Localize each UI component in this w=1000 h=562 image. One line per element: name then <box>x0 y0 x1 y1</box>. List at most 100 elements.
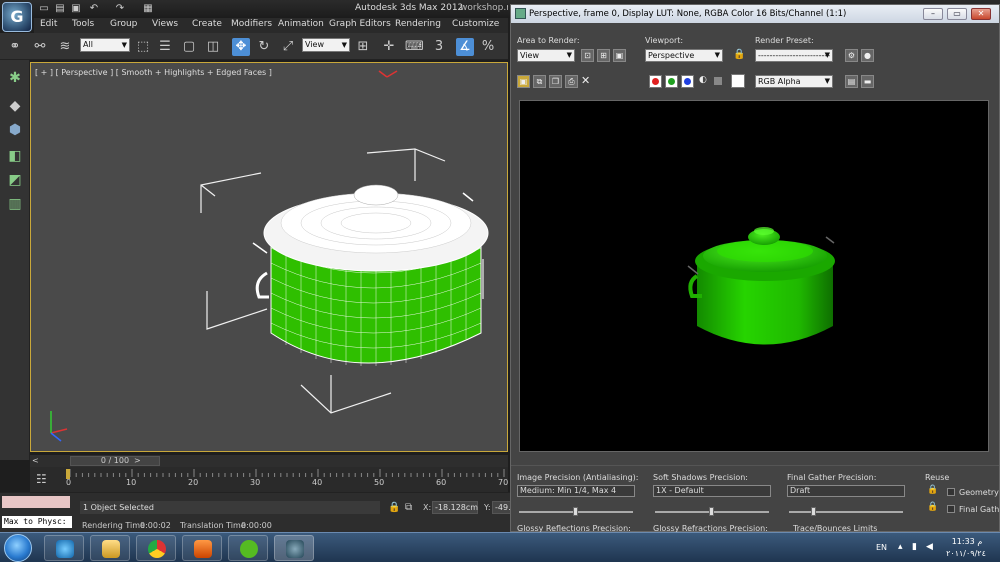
project-icon[interactable]: ▦ <box>142 3 154 14</box>
network-icon[interactable]: ▮ <box>912 542 917 552</box>
window-crossing-icon[interactable]: ◫ <box>204 38 222 56</box>
toggle-ui-icon[interactable]: ▬ <box>861 75 874 88</box>
perspective-viewport[interactable]: [ + ] [ Perspective ] [ Smooth + Highlig… <box>30 62 508 452</box>
undo-icon[interactable]: ↶ <box>88 3 100 14</box>
select-and-manipulate-icon[interactable]: ✛ <box>380 38 398 56</box>
modify-tab-icon[interactable]: ◆ <box>4 96 26 116</box>
save-image-icon[interactable]: ▣ <box>517 75 530 88</box>
time-next-icon[interactable]: > <box>134 456 141 465</box>
chrome-icon[interactable] <box>136 535 176 561</box>
menu-modifiers[interactable]: Modifiers <box>231 19 272 29</box>
maxscript-listener-output[interactable] <box>2 496 70 508</box>
time-prev-icon[interactable]: < <box>32 456 39 465</box>
close-button[interactable]: ✕ <box>971 8 991 20</box>
menu-group[interactable]: Group <box>110 19 137 29</box>
rectangular-selection-icon[interactable]: ▢ <box>180 38 198 56</box>
environment-icon[interactable]: ● <box>861 49 874 62</box>
viewport-label[interactable]: [ + ] [ Perspective ] [ Smooth + Highlig… <box>35 68 272 77</box>
utilities-tab-icon[interactable]: ▥ <box>4 194 26 214</box>
link-icon[interactable]: ⚭ <box>6 38 24 56</box>
save-icon[interactable]: ▣ <box>70 3 82 14</box>
explorer-icon[interactable] <box>90 535 130 561</box>
select-and-rotate-icon[interactable]: ↻ <box>255 38 273 56</box>
clock-time[interactable]: 11:33 م <box>942 537 992 546</box>
green-channel-toggle[interactable] <box>665 75 678 88</box>
render-window-titlebar[interactable]: Perspective, frame 0, Display LUT: None,… <box>511 5 999 23</box>
final-gather-checkbox[interactable] <box>947 505 955 513</box>
utorrent-icon[interactable] <box>228 535 268 561</box>
edit-region-icon[interactable]: ⊡ <box>581 49 594 62</box>
image-precision-field[interactable]: Medium: Min 1/4, Max 4 <box>517 485 635 497</box>
area-to-render-dropdown[interactable]: View ▼ <box>517 49 575 62</box>
menu-edit[interactable]: Edit <box>40 19 57 29</box>
final-gather-field[interactable]: Draft <box>787 485 905 497</box>
open-icon[interactable]: ▤ <box>54 3 66 14</box>
reuse-fg-lock-icon[interactable]: 🔒 <box>927 502 938 512</box>
blue-channel-toggle[interactable] <box>681 75 694 88</box>
auto-region-icon[interactable]: ⊞ <box>597 49 610 62</box>
hierarchy-tab-icon[interactable]: ⬢ <box>4 120 26 140</box>
select-and-move-icon[interactable]: ✥ <box>232 38 250 56</box>
reuse-geometry-lock-icon[interactable]: 🔒 <box>927 485 938 495</box>
monochrome-toggle-icon[interactable] <box>714 77 722 85</box>
menu-tools[interactable]: Tools <box>72 19 94 29</box>
copy-image-icon[interactable]: ⧉ <box>533 75 546 88</box>
background-color-swatch[interactable] <box>731 74 745 88</box>
y-coordinate-field[interactable]: -49. <box>492 501 512 514</box>
geometry-checkbox[interactable] <box>947 488 955 496</box>
absolute-mode-icon[interactable]: ⧉ <box>405 502 412 513</box>
lock-viewport-icon[interactable]: 🔒 <box>733 49 745 60</box>
angle-snap-icon[interactable]: ∡ <box>456 38 474 56</box>
bind-space-warp-icon[interactable]: ≋ <box>56 38 74 56</box>
menu-graph-editors[interactable]: Graph Editors <box>329 19 391 29</box>
tray-arrow-icon[interactable]: ▴ <box>898 542 903 552</box>
minimize-button[interactable]: – <box>923 8 943 20</box>
3dsmax-icon[interactable] <box>274 535 314 561</box>
menu-create[interactable]: Create <box>192 19 222 29</box>
viewport-dropdown[interactable]: Perspective ▼ <box>645 49 723 62</box>
region-mode-icon[interactable]: ▣ <box>613 49 626 62</box>
redo-icon[interactable]: ↷ <box>114 3 126 14</box>
select-object-icon[interactable]: ⬚ <box>134 38 152 56</box>
reference-coordinate-dropdown[interactable]: View ▼ <box>302 38 350 52</box>
time-slider[interactable]: 0 / 100 <box>70 456 160 466</box>
print-image-icon[interactable]: ⎙ <box>565 75 578 88</box>
selection-filter-dropdown[interactable]: All ▼ <box>80 38 130 52</box>
application-button[interactable]: G <box>2 2 32 32</box>
x-coordinate-field[interactable]: -18.128cm <box>432 501 478 514</box>
clone-window-icon[interactable]: ❐ <box>549 75 562 88</box>
language-indicator[interactable]: EN <box>876 543 887 552</box>
display-tab-icon[interactable]: ◩ <box>4 170 26 190</box>
pivot-center-icon[interactable]: ⊞ <box>354 38 372 56</box>
final-gather-slider[interactable] <box>811 507 816 516</box>
soft-shadows-field[interactable]: 1X - Default <box>653 485 771 497</box>
select-and-scale-icon[interactable]: ⤢ <box>279 38 297 56</box>
key-filter-icon[interactable]: ☷ <box>36 472 47 486</box>
clock-date[interactable]: ٢٠١١/٠٩/٢٤ <box>938 549 994 558</box>
image-precision-slider[interactable] <box>573 507 578 516</box>
maximize-button[interactable]: ▭ <box>947 8 967 20</box>
lock-selection-icon[interactable]: 🔒 <box>388 502 400 513</box>
ie-icon[interactable] <box>44 535 84 561</box>
create-tab-icon[interactable]: ✱ <box>4 68 26 88</box>
red-channel-toggle[interactable] <box>649 75 662 88</box>
start-button[interactable] <box>4 534 32 562</box>
render-setup-icon[interactable]: ⚙ <box>845 49 858 62</box>
motion-tab-icon[interactable]: ◧ <box>4 146 26 166</box>
alpha-channel-icon[interactable]: ◐ <box>699 75 707 85</box>
select-by-name-icon[interactable]: ☰ <box>156 38 174 56</box>
keyboard-shortcut-override-icon[interactable]: ⌨ <box>405 38 424 56</box>
soft-shadows-slider[interactable] <box>709 507 714 516</box>
menu-customize[interactable]: Customize <box>452 19 499 29</box>
clear-image-icon[interactable]: ✕ <box>581 74 590 87</box>
menu-views[interactable]: Views <box>152 19 178 29</box>
media-player-icon[interactable] <box>182 535 222 561</box>
snaps-toggle-icon[interactable]: 3 <box>430 38 448 56</box>
trackbar[interactable]: 0 10 20 30 40 50 60 70 <box>30 467 508 492</box>
maxscript-mini-listener[interactable]: Max to Physc: <box>2 516 72 528</box>
render-preset-dropdown[interactable]: ------------------------- ▼ <box>755 49 833 62</box>
unlink-icon[interactable]: ⚯ <box>31 38 49 56</box>
volume-icon[interactable]: ◀ <box>926 542 933 552</box>
display-channel-dropdown[interactable]: RGB Alpha ▼ <box>755 75 833 88</box>
menu-animation[interactable]: Animation <box>278 19 324 29</box>
